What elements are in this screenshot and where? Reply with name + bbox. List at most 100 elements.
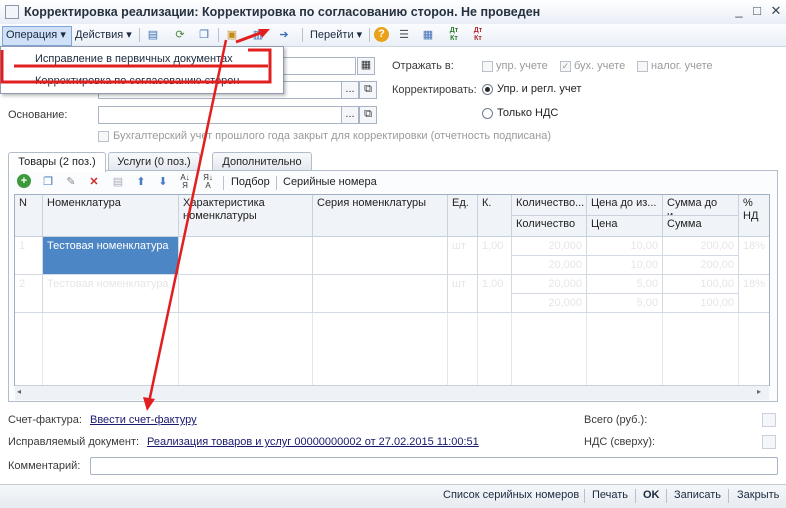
- save-icon[interactable]: ▤: [145, 27, 161, 43]
- col-header-sum-before[interactable]: Сумма до и...: [663, 195, 739, 216]
- help-icon[interactable]: ?: [374, 27, 389, 42]
- table-row-sum-before[interactable]: 200,00: [663, 237, 739, 256]
- structure-icon[interactable]: ▥: [250, 27, 266, 43]
- reflect-tax-checkbox[interactable]: [637, 61, 648, 72]
- close-button[interactable]: Закрыть: [737, 489, 779, 501]
- print-button[interactable]: Печать: [592, 489, 628, 501]
- write-button[interactable]: Записать: [674, 489, 721, 501]
- basis-open-button[interactable]: ⧉: [359, 106, 377, 124]
- close-icon[interactable]: ✕: [767, 3, 785, 19]
- minimize-icon[interactable]: _: [730, 3, 748, 19]
- delete-row-icon[interactable]: ✕: [86, 174, 102, 190]
- operation-menu-button[interactable]: Операция ▾: [2, 26, 72, 46]
- counterparty-select-button[interactable]: ...: [341, 81, 359, 99]
- col-header-qty-before[interactable]: Количество...: [512, 195, 587, 216]
- end-edit-icon[interactable]: ▤: [110, 174, 126, 190]
- table-row-nomenclature[interactable]: Тестовая номенклатура: [43, 237, 179, 275]
- invoice-link[interactable]: Ввести счет-фактуру: [90, 414, 197, 426]
- post-document-icon[interactable]: ▣: [224, 27, 240, 43]
- scroll-left-icon[interactable]: ◂: [17, 387, 27, 398]
- edit-row-icon[interactable]: ✎: [63, 174, 79, 190]
- col-header-qty[interactable]: Количество: [512, 216, 587, 237]
- table-row-series[interactable]: [313, 237, 448, 275]
- col-header-nomenclature[interactable]: Номенклатура: [43, 195, 179, 237]
- maximize-icon[interactable]: □: [748, 3, 766, 19]
- col-header-price-before[interactable]: Цена до из...: [587, 195, 663, 216]
- selection-button[interactable]: Подбор: [231, 176, 270, 188]
- table-horizontal-scrollbar[interactable]: ◂ ▸: [15, 385, 769, 400]
- copy-row-icon[interactable]: ❐: [40, 174, 56, 190]
- bottom-separator: [728, 489, 729, 503]
- add-row-icon[interactable]: +: [17, 174, 31, 188]
- col-header-vat[interactable]: % НД: [739, 195, 769, 237]
- sort-asc-icon[interactable]: А↓ Я: [177, 174, 193, 190]
- table-row-qty-before[interactable]: 20,000: [512, 275, 587, 294]
- basis-field[interactable]: [98, 106, 342, 124]
- move-down-icon[interactable]: ⬇: [155, 174, 171, 190]
- adjust-vat-label: Только НДС: [497, 107, 559, 119]
- table-row-unit[interactable]: шт: [448, 275, 478, 313]
- ok-button[interactable]: OK: [643, 489, 660, 501]
- sort-desc-icon[interactable]: Я↓ А: [200, 174, 216, 190]
- calendar-icon[interactable]: ▦: [357, 57, 375, 75]
- table-row-qty[interactable]: 20,000: [512, 256, 587, 275]
- adjust-all-radio[interactable]: [482, 84, 493, 95]
- basis-select-button[interactable]: ...: [341, 106, 359, 124]
- col-header-n[interactable]: N: [15, 195, 43, 237]
- table-row-k[interactable]: 1,00: [478, 237, 512, 275]
- table-row-series[interactable]: [313, 275, 448, 313]
- table-row-k[interactable]: 1,00: [478, 275, 512, 313]
- goods-table[interactable]: N Номенклатура Характеристика номенклату…: [14, 194, 770, 386]
- table-row-n[interactable]: 2: [15, 275, 43, 313]
- table-row-qty[interactable]: 20,000: [512, 294, 587, 313]
- menu-item-agreement-adjustment[interactable]: Корректировка по согласованию сторон: [1, 70, 283, 92]
- table-row-price-before[interactable]: 5,00: [587, 275, 663, 294]
- vat-calc-icon[interactable]: [762, 435, 776, 449]
- table-row-price[interactable]: 10,00: [587, 256, 663, 275]
- table-row-sum-before[interactable]: 100,00: [663, 275, 739, 294]
- table-row-characteristic[interactable]: [179, 237, 313, 275]
- col-header-series[interactable]: Серия номенклатуры: [313, 195, 448, 237]
- serial-numbers-list-button[interactable]: Список серийных номеров: [443, 489, 579, 501]
- table-row-sum[interactable]: 200,00: [663, 256, 739, 275]
- col-header-k[interactable]: К.: [478, 195, 512, 237]
- refresh-icon[interactable]: ⟳: [172, 27, 188, 43]
- dt-kt-icon[interactable]: Дт Кт: [446, 27, 462, 43]
- scroll-right-icon[interactable]: ▸: [757, 387, 767, 398]
- tab-goods[interactable]: Товары (2 поз.): [8, 152, 106, 172]
- settings-icon[interactable]: ▦: [420, 27, 436, 43]
- col-header-characteristic[interactable]: Характеристика номенклатуры: [179, 195, 313, 237]
- tab-services[interactable]: Услуги (0 поз.): [108, 152, 200, 171]
- dt-kt-report-icon[interactable]: Дт Кт: [470, 27, 486, 43]
- actions-menu-button[interactable]: Действия ▾: [72, 26, 135, 44]
- comment-field[interactable]: [90, 457, 778, 475]
- goto-menu-button[interactable]: Перейти ▾: [307, 26, 365, 44]
- col-header-price[interactable]: Цена: [587, 216, 663, 237]
- col-header-sum[interactable]: Сумма: [663, 216, 739, 237]
- list-icon[interactable]: ☰: [396, 27, 412, 43]
- reflect-acc-checkbox[interactable]: ✓: [560, 61, 571, 72]
- col-header-unit[interactable]: Ед.: [448, 195, 478, 237]
- tab-additional[interactable]: Дополнительно: [212, 152, 312, 171]
- prev-year-checkbox[interactable]: [98, 131, 109, 142]
- table-row-unit[interactable]: шт: [448, 237, 478, 275]
- copy-icon[interactable]: ❐: [196, 27, 212, 43]
- total-calc-icon[interactable]: [762, 413, 776, 427]
- counterparty-open-button[interactable]: ⧉: [359, 81, 377, 99]
- table-row-vat[interactable]: 18%: [739, 275, 769, 313]
- adjust-vat-radio[interactable]: [482, 108, 493, 119]
- table-row-price[interactable]: 5,00: [587, 294, 663, 313]
- table-row-characteristic[interactable]: [179, 275, 313, 313]
- based-on-icon[interactable]: ➔: [276, 27, 292, 43]
- table-row-nomenclature[interactable]: Тестовая номенклатура: [43, 275, 179, 313]
- move-up-icon[interactable]: ⬆: [133, 174, 149, 190]
- table-row-vat[interactable]: 18%: [739, 237, 769, 275]
- table-row-price-before[interactable]: 10,00: [587, 237, 663, 256]
- table-row-n[interactable]: 1: [15, 237, 43, 275]
- menu-item-corrections-primary[interactable]: Исправление в первичных документах: [1, 48, 283, 70]
- serial-numbers-button[interactable]: Серийные номера: [283, 176, 377, 188]
- table-row-qty-before[interactable]: 20,000: [512, 237, 587, 256]
- reflect-mgmt-checkbox[interactable]: [482, 61, 493, 72]
- corrected-document-link[interactable]: Реализация товаров и услуг 00000000002 о…: [147, 436, 479, 448]
- table-row-sum[interactable]: 100,00: [663, 294, 739, 313]
